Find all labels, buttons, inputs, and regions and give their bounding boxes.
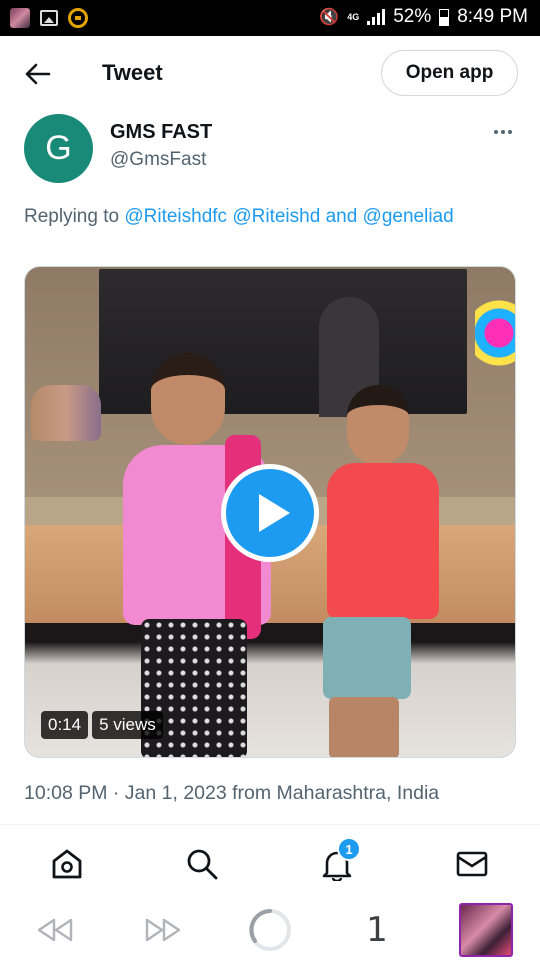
divider	[0, 824, 540, 825]
top-header: Tweet Open app	[0, 36, 540, 112]
back-arrow-icon[interactable]	[22, 58, 54, 90]
search-icon[interactable]	[182, 844, 222, 884]
notification-count-badge: 1	[337, 837, 361, 861]
more-options-icon[interactable]	[490, 121, 516, 143]
video-frame-toys	[31, 385, 101, 441]
coin-app-icon	[68, 8, 88, 28]
home-icon[interactable]	[47, 844, 87, 884]
video-frame-boy	[323, 617, 411, 699]
notification-icons	[10, 8, 88, 28]
profile-image	[459, 903, 513, 957]
mail-icon[interactable]	[452, 844, 492, 884]
rewind-icon[interactable]	[34, 906, 76, 954]
video-frame-boy	[329, 697, 399, 757]
mention-link[interactable]: @Riteishd	[232, 206, 320, 227]
loading-spinner-icon	[246, 906, 294, 954]
status-right: 🔇 4G 52% 8:49 PM	[319, 6, 528, 28]
author-handle[interactable]: @GmsFast	[110, 149, 206, 171]
video-views: 5 views	[92, 711, 163, 739]
play-icon	[258, 494, 290, 532]
browser-toolbar: 1	[0, 900, 540, 960]
play-button[interactable]	[221, 464, 319, 562]
fast-forward-icon[interactable]	[142, 906, 184, 954]
video-frame-boy	[347, 385, 409, 465]
signal-icon	[367, 9, 386, 25]
replying-to-line: Replying to @Riteishdfc @Riteishd and @g…	[24, 206, 454, 228]
mention-link[interactable]: @Riteishdfc	[124, 206, 227, 227]
battery-percent: 52%	[393, 6, 432, 27]
status-bar: 🔇 4G 52% 8:49 PM	[0, 0, 540, 36]
replying-prefix: Replying to	[24, 206, 120, 227]
battery-icon	[439, 8, 450, 26]
photo-notification-icon	[10, 8, 30, 28]
mention-link[interactable]: @geneliad	[363, 206, 454, 227]
network-type: 4G	[347, 11, 360, 22]
clock: 8:49 PM	[457, 6, 528, 27]
mute-icon: 🔇	[319, 9, 340, 26]
video-frame-flowers	[475, 277, 515, 417]
video-frame-girl	[151, 353, 225, 445]
tab-count-button[interactable]: 1	[360, 906, 394, 954]
video-duration: 0:14	[41, 711, 89, 739]
author-name[interactable]: GMS FAST	[110, 121, 212, 144]
profile-thumbnail[interactable]	[458, 903, 514, 957]
bottom-nav	[0, 826, 540, 900]
page-title: Tweet	[102, 60, 163, 85]
video-badges: 0:14 5 views	[41, 711, 163, 739]
gallery-icon	[40, 10, 58, 26]
mention-and: and	[325, 206, 358, 227]
tweet-timestamp[interactable]: 10:08 PM · Jan 1, 2023 from Maharashtra,…	[24, 782, 439, 805]
video-frame-boy	[327, 463, 439, 619]
open-app-button[interactable]: Open app	[381, 50, 518, 96]
video-player[interactable]: 0:14 5 views	[24, 266, 516, 758]
tab-count: 1	[366, 910, 388, 950]
author-avatar[interactable]: G	[24, 114, 93, 183]
